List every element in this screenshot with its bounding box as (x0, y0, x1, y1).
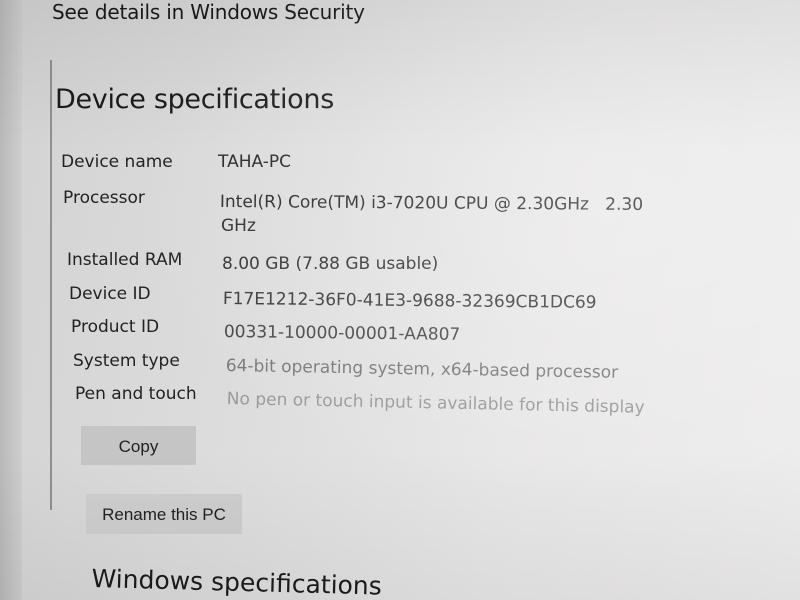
processor-value-continued: GHz (221, 216, 256, 236)
window-left-edge (0, 0, 22, 600)
copy-button[interactable]: Copy (81, 426, 196, 465)
device-name-label: Device name (61, 152, 173, 172)
windows-security-link[interactable]: See details in Windows Security (52, 0, 365, 24)
scroll-track[interactable] (50, 60, 52, 510)
windows-specifications-title: Windows specifications (91, 564, 383, 600)
device-specifications-title: Device specifications (55, 84, 334, 115)
rename-this-pc-button[interactable]: Rename this PC (86, 494, 242, 534)
settings-about-window: See details in Windows Security Device s… (0, 0, 800, 600)
processor-value: Intel(R) Core(TM) i3-7020U CPU @ 2.30GHz… (219, 192, 644, 215)
device-id-label: Device ID (69, 284, 151, 304)
system-type-value: 64-bit operating system, x64-based proce… (225, 356, 619, 383)
pen-and-touch-label: Pen and touch (75, 384, 197, 404)
processor-label: Processor (63, 188, 145, 208)
installed-ram-label: Installed RAM (67, 250, 183, 270)
device-id-value: F17E1212-36F0-41E3-9688-32369CB1DC69 (222, 289, 597, 313)
product-id-value: 00331-10000-00001-AA807 (223, 322, 461, 345)
system-type-label: System type (73, 351, 180, 371)
pen-and-touch-value: No pen or touch input is available for t… (226, 389, 645, 418)
device-name-value: TAHA-PC (218, 152, 291, 172)
product-id-label: Product ID (71, 317, 160, 337)
installed-ram-value: 8.00 GB (7.88 GB usable) (222, 254, 439, 274)
